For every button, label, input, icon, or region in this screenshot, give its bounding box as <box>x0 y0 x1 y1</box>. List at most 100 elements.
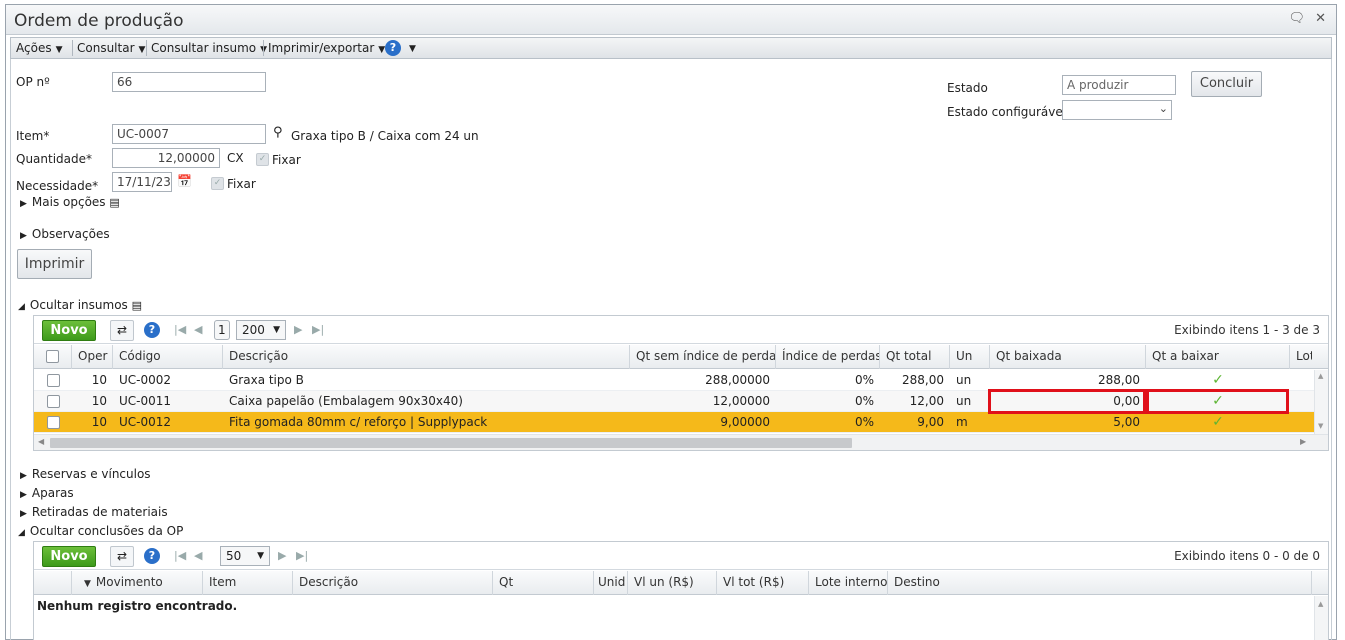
row-checkbox[interactable] <box>34 412 72 433</box>
estado-label: Estado <box>947 81 988 95</box>
table-row[interactable]: 10 UC-0002 Graxa tipo B 288,00000 0% 288… <box>34 370 1314 391</box>
cell-descricao: Caixa papelão (Embalagem 90x30x40) <box>229 394 463 408</box>
check-icon[interactable]: ✓ <box>1146 370 1290 391</box>
first-page-icon[interactable]: |◀ <box>174 549 186 562</box>
help-button[interactable]: ? <box>140 546 164 567</box>
fixar-quantity-checkbox[interactable]: ✓ <box>256 152 269 166</box>
horizontal-scrollbar[interactable]: ◀ ▶ <box>34 434 1328 450</box>
titlebar-icons: 🗨 ✕ <box>1288 11 1326 26</box>
scroll-up-icon[interactable]: ▲ <box>1318 372 1323 380</box>
conclusoes-toolbar: Novo ⇄ ? |◀ ◀ 50 ▼ ▶ ▶| Exibindo itens 0 … <box>34 542 1328 570</box>
last-page-icon[interactable]: ▶| <box>312 323 324 336</box>
col-descricao[interactable]: Descrição <box>293 571 493 595</box>
cell-qt-total: 12,00 <box>909 394 944 408</box>
scrollbar-thumb[interactable] <box>50 438 852 448</box>
vertical-scrollbar[interactable]: ▲ <box>1314 596 1328 640</box>
select-all-checkbox[interactable] <box>34 345 72 369</box>
menu-imprimir-exportar[interactable]: Imprimir/exportar ▼ <box>268 41 385 55</box>
calendar-icon[interactable]: 📅 <box>177 174 192 188</box>
insumos-header: Oper Código Descrição Qt sem índice de p… <box>34 345 1328 369</box>
page-size-select[interactable]: 200 ▼ <box>236 320 286 340</box>
col-qt-sem-indice[interactable]: Qt sem índice de perdas <box>630 345 776 369</box>
conclusoes-toggle[interactable]: ◢ Ocultar conclusões da OP <box>18 524 183 538</box>
cell-descricao: Graxa tipo B <box>229 373 304 387</box>
scroll-right-icon[interactable]: ▶ <box>1300 437 1306 446</box>
col-descricao[interactable]: Descrição <box>223 345 630 369</box>
refresh-icon[interactable]: ⇄ <box>110 320 134 341</box>
table-row-selected[interactable]: 10 UC-0012 Fita gomada 80mm c/ reforço |… <box>34 412 1314 433</box>
last-page-icon[interactable]: ▶| <box>296 549 308 562</box>
prev-page-icon[interactable]: ◀ <box>194 323 202 336</box>
highlight-qt-a-baixar <box>1146 389 1289 414</box>
col-un[interactable]: Un <box>950 345 990 369</box>
col-unid[interactable]: Unid <box>594 571 628 595</box>
row-checkbox[interactable] <box>34 391 72 412</box>
form-content: OP nº 66 Estado A produzir Concluir Esta… <box>10 59 1332 640</box>
observacoes-toggle[interactable]: ▶ Observações <box>20 227 110 241</box>
aparas-toggle[interactable]: ▶ Aparas <box>20 486 74 500</box>
need-date-field[interactable]: 17/11/23 <box>112 172 172 192</box>
menu-help[interactable]: ? ▼ <box>385 40 416 56</box>
next-page-icon[interactable]: ▶ <box>278 549 286 562</box>
row-checkbox[interactable] <box>34 370 72 391</box>
col-qt-total[interactable]: Qt total <box>880 345 950 369</box>
col-lote-interno[interactable]: Lote interno <box>809 571 888 595</box>
item-field[interactable]: UC-0007 <box>112 124 266 144</box>
cell-qt-baixada[interactable]: 5,00 <box>990 412 1146 433</box>
col-oper[interactable]: Oper <box>72 345 113 369</box>
menu-acoes[interactable]: Ações ▼ <box>16 41 63 55</box>
mais-opcoes-toggle[interactable]: ▶ Mais opções ▤ <box>20 195 120 209</box>
close-icon[interactable]: ✕ <box>1315 11 1326 26</box>
retiradas-toggle[interactable]: ▶ Retiradas de materiais <box>20 505 168 519</box>
col-vl-tot[interactable]: Vl tot (R$) <box>717 571 809 595</box>
quantity-field[interactable]: 12,00000 <box>112 148 220 168</box>
novo-conclusao-button[interactable]: Novo <box>42 546 96 567</box>
cell-qt-sem: 12,00000 <box>712 394 770 408</box>
scroll-left-icon[interactable]: ◀ <box>38 437 44 446</box>
page-size-select[interactable]: 50 ▼ <box>220 546 270 566</box>
triangle-right-icon: ▶ <box>20 199 27 209</box>
scroll-down-icon[interactable]: ▼ <box>1318 422 1323 430</box>
col-qt[interactable]: Qt <box>493 571 594 595</box>
estado-field[interactable]: A produzir <box>1062 75 1176 95</box>
checkbox-icon <box>46 395 60 408</box>
concluir-button[interactable]: Concluir <box>1191 71 1262 97</box>
prev-page-icon[interactable]: ◀ <box>194 549 202 562</box>
ocultar-insumos-toggle[interactable]: ◢ Ocultar insumos ▤ <box>18 298 142 312</box>
op-number-field[interactable]: 66 <box>112 72 266 92</box>
col-item[interactable]: Item <box>203 571 293 595</box>
imprimir-button[interactable]: Imprimir <box>17 249 92 279</box>
checkbox-icon <box>46 374 60 387</box>
col-qt-baixada[interactable]: Qt baixada <box>990 345 1146 369</box>
conclusoes-grid: Novo ⇄ ? |◀ ◀ 50 ▼ ▶ ▶| Exibindo itens 0 … <box>33 541 1329 640</box>
col-qt-a-baixar[interactable]: Qt a baixar <box>1146 345 1290 369</box>
estado-configuravel-select[interactable]: ⌄ <box>1062 100 1172 120</box>
triangle-down-icon: ◢ <box>18 528 25 538</box>
menu-consultar-insumo[interactable]: Consultar insumo▼ <box>151 41 267 55</box>
reservas-toggle[interactable]: ▶ Reservas e vínculos <box>20 467 151 481</box>
op-label: OP nº <box>16 75 50 89</box>
novo-insumo-button[interactable]: Novo <box>42 320 96 341</box>
col-movimento[interactable]: ▼ Movimento <box>72 571 203 595</box>
quantity-label: Quantidade* <box>16 152 93 166</box>
next-page-icon[interactable]: ▶ <box>294 323 302 336</box>
list-icon: ▤ <box>109 196 120 209</box>
col-lote[interactable]: Lot <box>1290 345 1312 369</box>
col-destino[interactable]: Destino <box>888 571 1312 595</box>
fixar-date-checkbox[interactable]: ✓ <box>211 176 224 190</box>
menu-consultar[interactable]: Consultar ▼ <box>77 41 145 55</box>
cell-qt-baixada[interactable]: 288,00 <box>990 370 1146 391</box>
col-indice-perdas[interactable]: Índice de perdas <box>776 345 880 369</box>
triangle-down-icon: ◢ <box>18 302 25 312</box>
vertical-scrollbar[interactable]: ▲ ▼ <box>1314 370 1328 434</box>
comment-icon[interactable]: 🗨 <box>1288 11 1305 26</box>
col-vl-un[interactable]: Vl un (R$) <box>628 571 717 595</box>
check-icon[interactable]: ✓ <box>1146 412 1290 433</box>
scroll-up-icon[interactable]: ▲ <box>1318 600 1323 608</box>
refresh-icon[interactable]: ⇄ <box>110 546 134 567</box>
help-button[interactable]: ? <box>140 320 164 341</box>
col-codigo[interactable]: Código <box>113 345 223 369</box>
first-page-icon[interactable]: |◀ <box>174 323 186 336</box>
page-number-field[interactable]: 1 <box>214 320 230 340</box>
search-icon[interactable]: ⚲ <box>273 125 283 140</box>
